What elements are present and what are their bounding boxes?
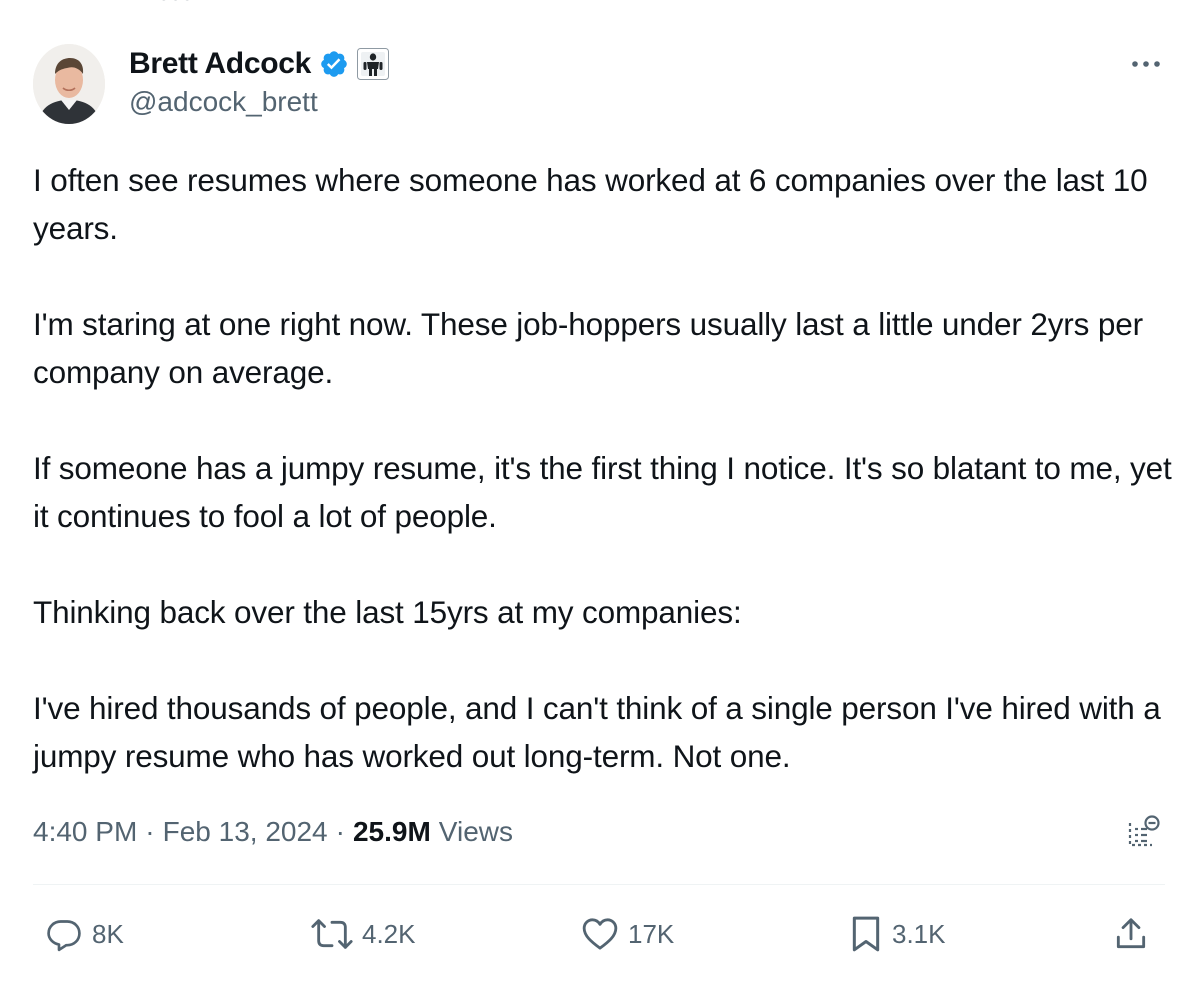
tweet-time[interactable]: 4:40 PM [33,816,137,848]
views-count: 25.9M [352,816,431,847]
share-button[interactable] [1112,912,1150,956]
views-label: Views [438,816,513,847]
tweet-date[interactable]: Feb 13, 2024 [163,816,328,848]
tweet-paragraph: Thinking back over the last 15yrs at my … [33,594,742,630]
reply-count: 8K [92,918,124,949]
like-count: 17K [628,918,675,949]
more-horizontal-icon [1132,61,1160,67]
robot-badge-icon[interactable] [357,48,389,80]
author-handle[interactable]: @adcock_brett [129,86,318,118]
display-name[interactable]: Brett Adcock [129,47,311,81]
action-bar: 8K 4.2K 17K 3.1K [0,912,1198,956]
previous-tweet-fragment: ••• [160,0,240,9]
like-button[interactable]: 17K [580,912,674,956]
repost-button[interactable]: 4.2K [310,912,416,956]
avatar-image [33,44,105,124]
reply-button[interactable]: 8K [44,912,124,956]
bookmark-icon [852,916,880,952]
verified-badge-icon[interactable] [319,49,349,79]
heart-icon [582,918,618,950]
reply-icon [47,920,81,952]
analytics-icon[interactable] [1124,812,1164,852]
tweet-paragraph: I'm staring at one right now. These job-… [33,306,1143,390]
tweet-paragraph: If someone has a jumpy resume, it's the … [33,450,1172,534]
author-name-row: Brett Adcock [129,44,389,84]
tweet-text: I often see resumes where someone has wo… [33,156,1173,780]
repost-icon [311,919,353,949]
more-options-button[interactable] [1128,50,1164,78]
tweet-paragraph: I've hired thousands of people, and I ca… [33,690,1161,774]
bookmark-count: 3.1K [892,918,946,949]
tweet-meta: 4:40 PM · Feb 13, 2024 · 25.9M Views [33,812,513,852]
bookmark-button[interactable]: 3.1K [848,912,946,956]
tweet-paragraph: I often see resumes where someone has wo… [33,162,1148,246]
avatar[interactable] [33,44,105,124]
repost-count: 4.2K [362,918,416,949]
meta-separator: · [335,816,345,847]
meta-separator: · [145,816,155,847]
share-icon [1116,918,1146,949]
divider [33,884,1165,885]
